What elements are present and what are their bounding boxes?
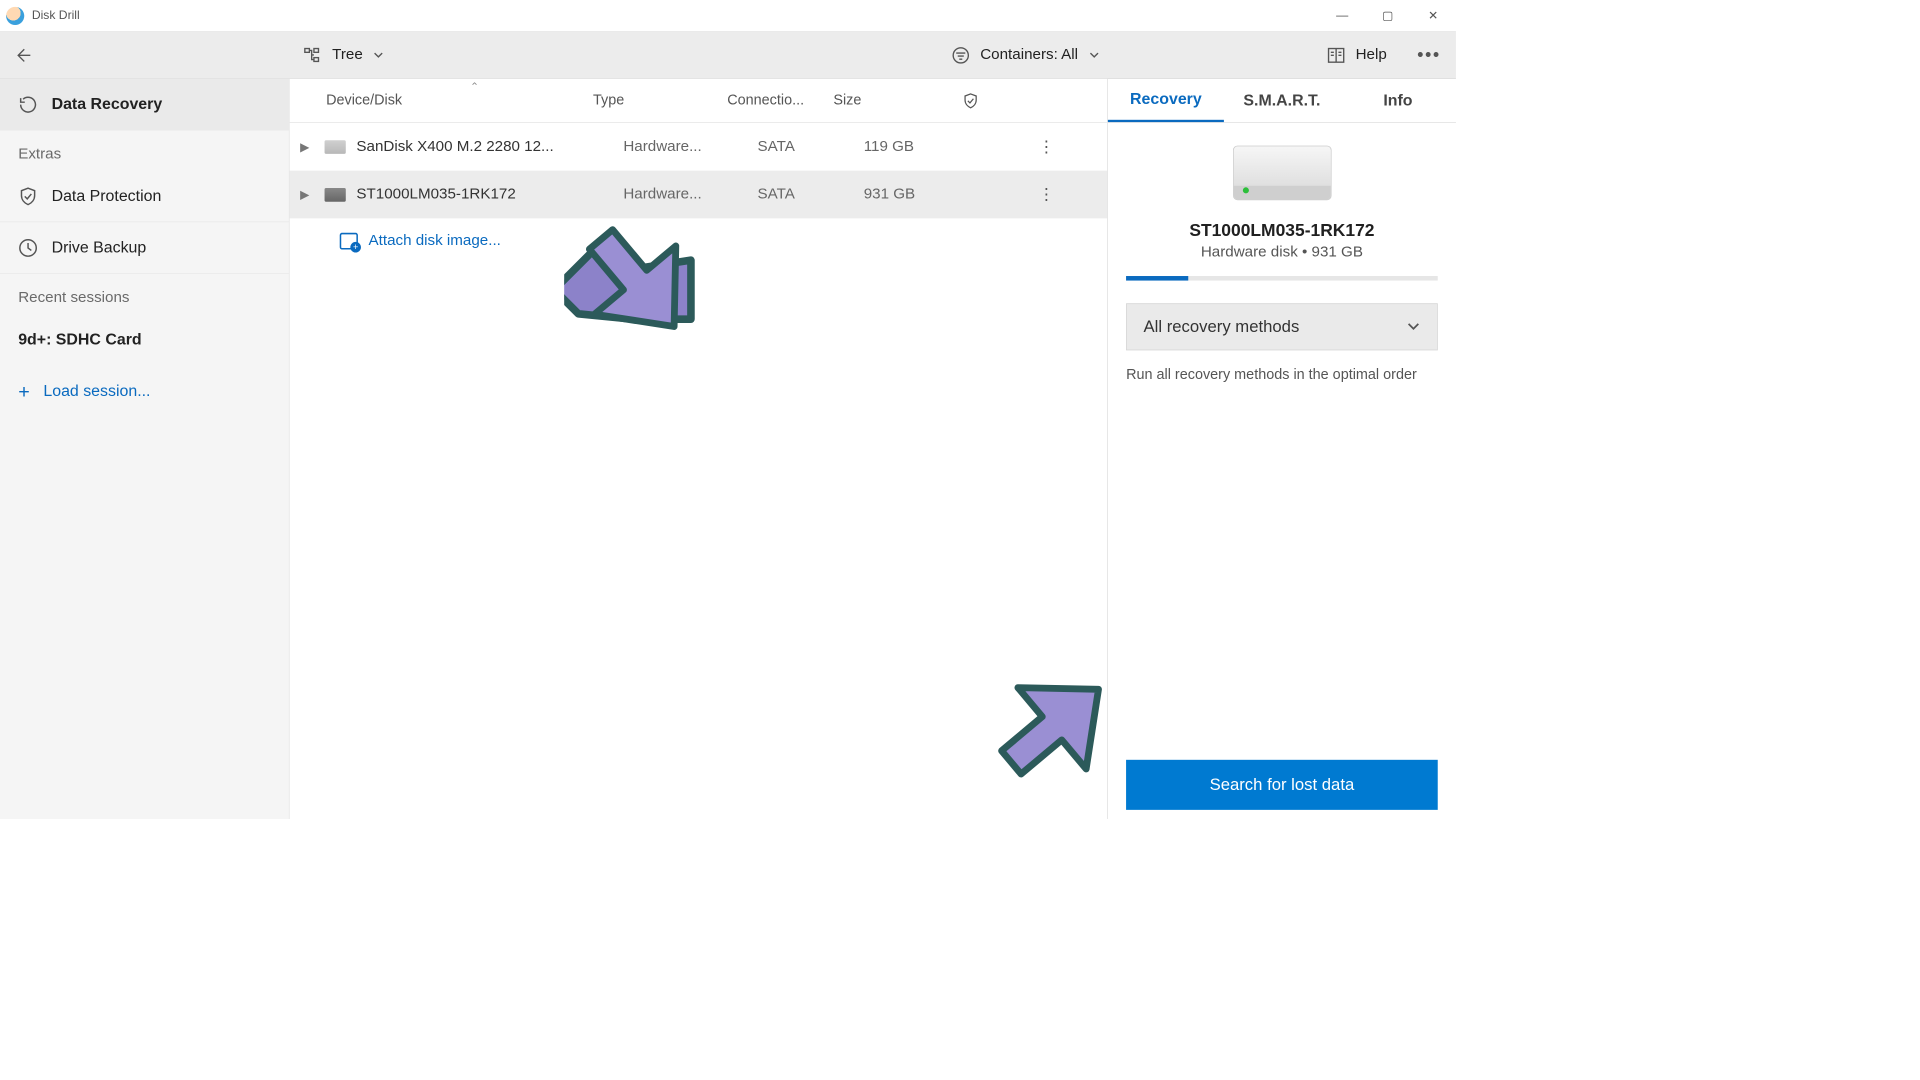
table-row[interactable]: ▶ ST1000LM035-1RK172 Hardware... SATA 93…	[290, 171, 1107, 219]
view-mode-label: Tree	[332, 46, 363, 63]
containers-filter[interactable]: Containers: All	[936, 46, 1114, 64]
sidebar-item-drive-backup[interactable]: Drive Backup	[0, 222, 289, 274]
sidebar-load-session[interactable]: + Load session...	[0, 366, 289, 418]
tab-smart[interactable]: S.M.A.R.T.	[1224, 79, 1340, 122]
header-device[interactable]: Device/Disk	[290, 92, 593, 109]
help-label: Help	[1356, 46, 1387, 63]
header-protection[interactable]	[944, 92, 997, 109]
sidebar-section-recent: Recent sessions	[0, 274, 289, 314]
app-icon	[6, 6, 24, 24]
toolbar: Tree Containers: All Help •••	[0, 32, 1456, 79]
recovery-method-label: All recovery methods	[1144, 317, 1300, 337]
expand-toggle[interactable]: ▶	[290, 187, 320, 202]
attach-disk-image[interactable]: Attach disk image...	[290, 218, 1107, 249]
recovery-icon	[18, 94, 38, 114]
attach-image-icon	[340, 232, 358, 249]
device-size: 931 GB	[864, 186, 975, 203]
row-menu[interactable]: ⋮	[1027, 137, 1065, 157]
sidebar-label: Data Protection	[52, 187, 162, 205]
help-icon	[1327, 46, 1345, 64]
selected-drive-subtitle: Hardware disk • 931 GB	[1201, 243, 1363, 260]
device-type: Hardware...	[623, 186, 757, 203]
search-button-label: Search for lost data	[1210, 775, 1355, 795]
shield-icon	[962, 92, 979, 109]
more-menu[interactable]: •••	[1402, 44, 1456, 65]
search-for-lost-data-button[interactable]: Search for lost data	[1126, 760, 1438, 810]
selected-drive-name: ST1000LM035-1RK172	[1189, 220, 1374, 240]
main: Data Recovery Extras Data Protection Dri…	[0, 79, 1456, 819]
recovery-method-dropdown[interactable]: All recovery methods	[1126, 303, 1438, 350]
recent-session-label: 9d+: SDHC Card	[18, 331, 141, 349]
device-size: 119 GB	[864, 138, 975, 155]
details-panel: Recovery S.M.A.R.T. Info ST1000LM035-1RK…	[1107, 79, 1456, 819]
filter-icon	[951, 46, 969, 64]
sidebar-item-data-recovery[interactable]: Data Recovery	[0, 79, 289, 131]
view-mode-dropdown[interactable]: Tree	[288, 46, 399, 64]
expand-toggle[interactable]: ▶	[290, 139, 320, 154]
maximize-button[interactable]: ▢	[1365, 0, 1410, 31]
shield-icon	[18, 186, 38, 206]
device-table: ⌃ Device/Disk Type Connectio... Size ▶ S…	[290, 79, 1107, 819]
details-body: ST1000LM035-1RK172 Hardware disk • 931 G…	[1108, 123, 1456, 386]
sidebar-label: Data Recovery	[52, 95, 163, 113]
containers-label: Containers: All	[980, 46, 1078, 63]
chevron-down-icon	[1407, 320, 1421, 334]
help-button[interactable]: Help	[1312, 46, 1402, 64]
recovery-method-description: Run all recovery methods in the optimal …	[1126, 366, 1417, 386]
sidebar-recent-session[interactable]: 9d+: SDHC Card	[0, 314, 289, 366]
tab-info[interactable]: Info	[1340, 79, 1456, 122]
sort-indicator-icon: ⌃	[470, 80, 479, 93]
app-title: Disk Drill	[32, 9, 80, 23]
disk-icon	[325, 188, 346, 202]
titlebar: Disk Drill ― ▢ ✕	[0, 0, 1456, 32]
row-menu[interactable]: ⋮	[1027, 185, 1065, 205]
chevron-down-icon	[373, 50, 384, 61]
device-name: ST1000LM035-1RK172	[356, 186, 623, 203]
load-session-label: Load session...	[43, 382, 150, 400]
sidebar-item-data-protection[interactable]: Data Protection	[0, 171, 289, 223]
device-connection: SATA	[758, 138, 864, 155]
sidebar: Data Recovery Extras Data Protection Dri…	[0, 79, 290, 819]
usage-bar	[1126, 276, 1438, 281]
close-button[interactable]: ✕	[1410, 0, 1455, 31]
minimize-button[interactable]: ―	[1319, 0, 1364, 31]
clock-icon	[18, 238, 38, 258]
drive-illustration	[1233, 146, 1332, 201]
sidebar-label: Drive Backup	[52, 238, 147, 256]
device-type: Hardware...	[623, 138, 757, 155]
attach-label: Attach disk image...	[369, 232, 501, 249]
chevron-down-icon	[1089, 50, 1100, 61]
tree-icon	[303, 46, 321, 64]
table-header: ⌃ Device/Disk Type Connectio... Size	[290, 79, 1107, 123]
back-arrow-icon	[14, 46, 32, 64]
plus-icon: +	[18, 380, 30, 404]
header-connection[interactable]: Connectio...	[727, 92, 833, 109]
device-name: SanDisk X400 M.2 2280 12...	[356, 138, 623, 155]
disk-icon	[325, 140, 346, 154]
tab-recovery[interactable]: Recovery	[1108, 79, 1224, 122]
window-controls: ― ▢ ✕	[1319, 0, 1455, 31]
back-button[interactable]	[0, 46, 45, 64]
details-tabs: Recovery S.M.A.R.T. Info	[1108, 79, 1456, 123]
sidebar-section-extras: Extras	[0, 130, 289, 170]
table-row[interactable]: ▶ SanDisk X400 M.2 2280 12... Hardware..…	[290, 123, 1107, 171]
header-size[interactable]: Size	[833, 92, 944, 109]
header-type[interactable]: Type	[593, 92, 727, 109]
device-connection: SATA	[758, 186, 864, 203]
